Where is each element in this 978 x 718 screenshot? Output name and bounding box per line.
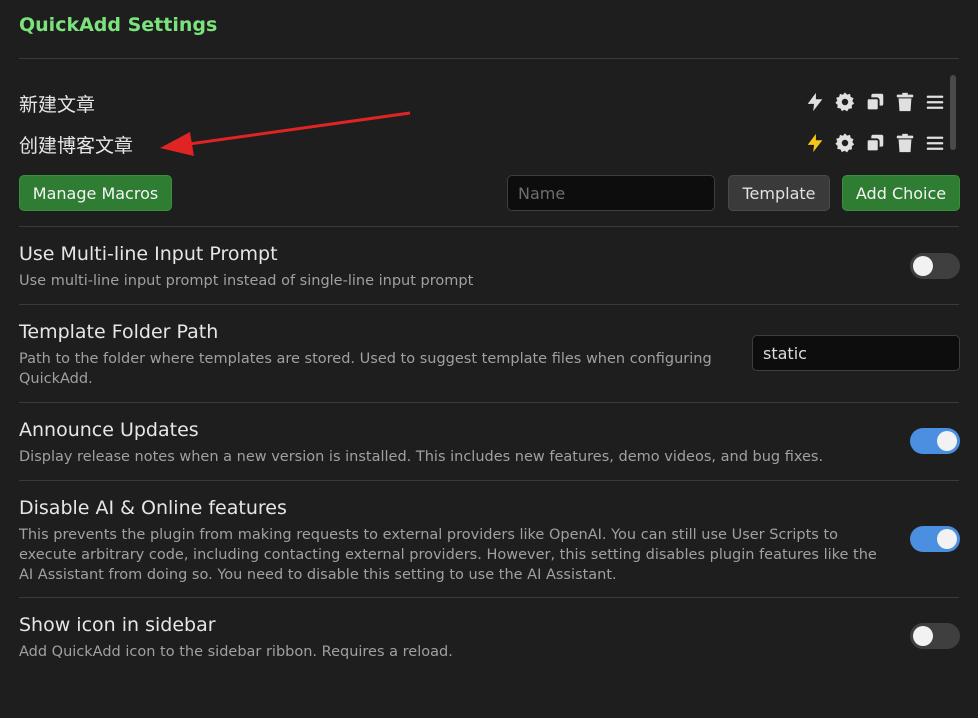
- setting-multiline-input: Use Multi-line Input Prompt Use multi-li…: [19, 242, 959, 291]
- setting-description: Add QuickAdd icon to the sidebar ribbon.…: [19, 644, 453, 660]
- duplicate-icon[interactable]: [863, 131, 887, 155]
- setting-description: This prevents the plugin from making req…: [19, 527, 877, 583]
- toggle-knob: [937, 431, 957, 451]
- choice-actions: [803, 90, 947, 114]
- choice-actions: [803, 131, 947, 155]
- sidebar-icon-toggle[interactable]: [910, 623, 960, 649]
- divider: [19, 226, 959, 227]
- setting-sidebar-icon: Show icon in sidebar Add QuickAdd icon t…: [19, 613, 959, 662]
- disable-ai-toggle[interactable]: [910, 526, 960, 552]
- template-folder-input[interactable]: [752, 335, 960, 371]
- page-title: QuickAdd Settings: [19, 14, 218, 36]
- divider: [19, 58, 959, 59]
- choice-name: 创建博客文章: [19, 135, 134, 157]
- drag-handle-icon[interactable]: [923, 131, 947, 155]
- setting-name: Use Multi-line Input Prompt: [19, 243, 278, 265]
- multiline-toggle[interactable]: [910, 253, 960, 279]
- lightning-icon[interactable]: [803, 131, 827, 155]
- choice-row[interactable]: 新建文章: [19, 88, 947, 118]
- quickadd-settings-page: QuickAdd Settings 新建文章 创建博客文章 Manage Mac…: [0, 0, 978, 718]
- annotation-arrow: [160, 111, 411, 156]
- gear-icon[interactable]: [833, 131, 857, 155]
- template-button[interactable]: Template: [728, 175, 830, 211]
- trash-icon[interactable]: [893, 90, 917, 114]
- divider: [19, 597, 959, 598]
- drag-handle-icon[interactable]: [923, 90, 947, 114]
- setting-description: Use multi-line input prompt instead of s…: [19, 273, 474, 289]
- toggle-knob: [913, 626, 933, 646]
- divider: [19, 402, 959, 403]
- setting-name: Show icon in sidebar: [19, 614, 216, 636]
- setting-announce-updates: Announce Updates Display release notes w…: [19, 418, 959, 467]
- gear-icon[interactable]: [833, 90, 857, 114]
- setting-description: Path to the folder where templates are s…: [19, 351, 712, 387]
- divider: [19, 304, 959, 305]
- announce-updates-toggle[interactable]: [910, 428, 960, 454]
- setting-name: Announce Updates: [19, 419, 199, 441]
- manage-macros-button[interactable]: Manage Macros: [19, 175, 172, 211]
- divider: [19, 480, 959, 481]
- add-choice-button[interactable]: Add Choice: [842, 175, 960, 211]
- toggle-knob: [913, 256, 933, 276]
- choice-name: 新建文章: [19, 94, 96, 116]
- setting-description: Display release notes when a new version…: [19, 449, 824, 465]
- choice-row[interactable]: 创建博客文章: [19, 129, 947, 159]
- choices-scrollbar[interactable]: [950, 75, 956, 150]
- lightning-icon[interactable]: [803, 90, 827, 114]
- trash-icon[interactable]: [893, 131, 917, 155]
- toggle-knob: [937, 529, 957, 549]
- choice-name-input[interactable]: [507, 175, 715, 211]
- setting-disable-ai: Disable AI & Online features This preven…: [19, 496, 959, 585]
- setting-name: Disable AI & Online features: [19, 497, 287, 519]
- duplicate-icon[interactable]: [863, 90, 887, 114]
